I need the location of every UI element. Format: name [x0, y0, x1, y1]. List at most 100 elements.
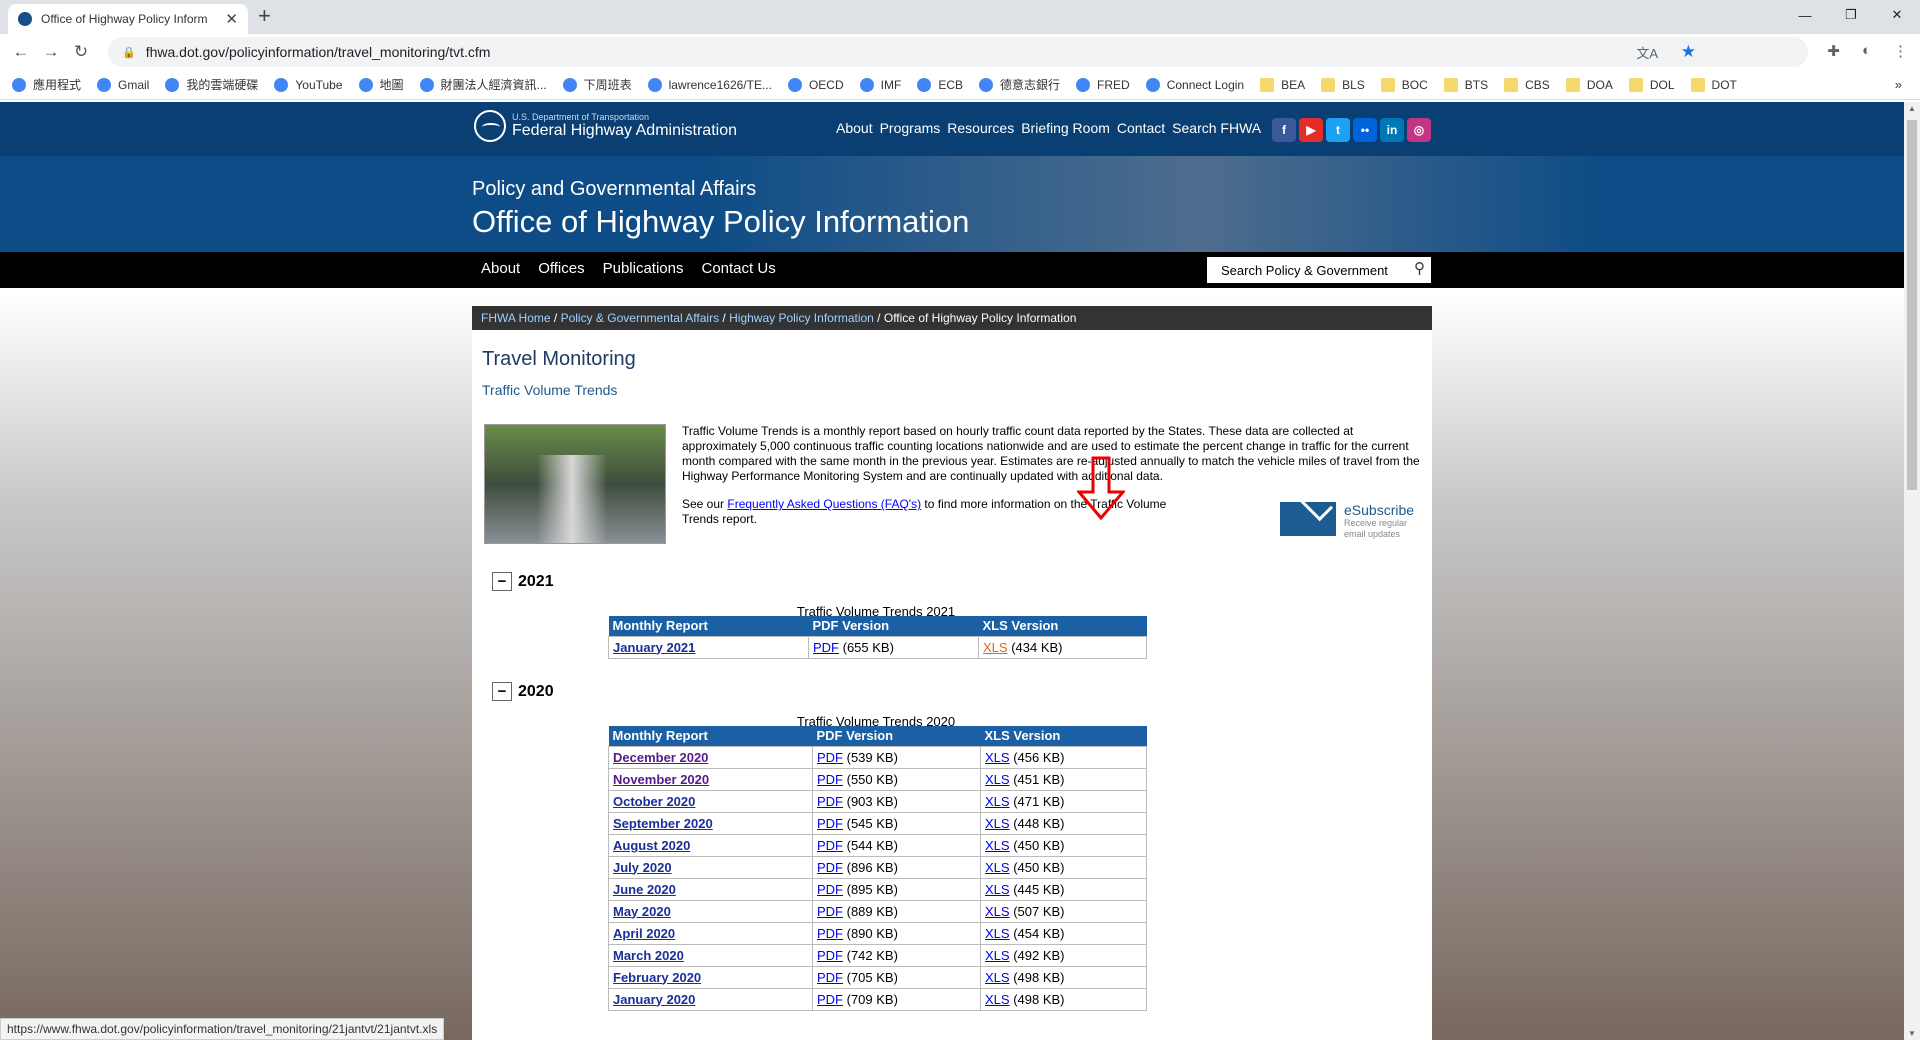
bookmark-item[interactable]: DOA [1565, 77, 1613, 92]
xls-link[interactable]: XLS [985, 860, 1010, 875]
browser-tab[interactable]: Office of Highway Policy Inform ✕ [8, 4, 248, 34]
xls-link[interactable]: XLS [985, 794, 1010, 809]
nav-programs[interactable]: Programs [880, 120, 941, 136]
bookmark-item[interactable]: 財團法人經濟資訊... [419, 76, 547, 93]
monthly-report-link[interactable]: April 2020 [613, 926, 675, 941]
bookmark-item[interactable]: BLS [1321, 77, 1365, 92]
subnav-publications[interactable]: Publications [603, 260, 684, 277]
pdf-link[interactable]: PDF [817, 904, 843, 919]
monthly-report-link[interactable]: August 2020 [613, 838, 690, 853]
pdf-link[interactable]: PDF [817, 882, 843, 897]
nav-briefing-room[interactable]: Briefing Room [1021, 120, 1110, 136]
bookmark-item[interactable]: 下周班表 [562, 76, 632, 93]
pdf-link[interactable]: PDF [817, 926, 843, 941]
breadcrumb-hpi[interactable]: Highway Policy Information [729, 311, 874, 325]
monthly-report-link[interactable]: July 2020 [613, 860, 672, 875]
bookmark-item[interactable]: ECB [917, 77, 963, 92]
monthly-report-link[interactable]: December 2020 [613, 750, 708, 765]
social-icon[interactable]: •• [1353, 118, 1377, 142]
bookmark-item[interactable]: FRED [1076, 77, 1130, 92]
pdf-link[interactable]: PDF [817, 860, 843, 875]
social-icon[interactable]: in [1380, 118, 1404, 142]
forward-icon[interactable]: → [36, 42, 66, 62]
monthly-report-link[interactable]: June 2020 [613, 882, 676, 897]
menu-icon[interactable]: ⋮ [1893, 42, 1908, 60]
xls-link[interactable]: XLS [985, 904, 1010, 919]
social-icon[interactable]: ◎ [1407, 118, 1431, 142]
pdf-link[interactable]: PDF [813, 640, 839, 655]
xls-link[interactable]: XLS [985, 838, 1010, 853]
site-search-input[interactable]: Search Policy & Government ⚲ [1207, 257, 1431, 283]
nav-search-fhwa[interactable]: Search FHWA [1172, 120, 1261, 136]
monthly-report-link[interactable]: January 2021 [613, 640, 695, 655]
bookmark-item[interactable]: DOL [1628, 77, 1675, 92]
subnav-about[interactable]: About [481, 260, 520, 277]
more-bookmarks-icon[interactable]: » [1895, 77, 1902, 92]
back-icon[interactable]: ← [6, 42, 36, 62]
scroll-up-icon[interactable]: ▲ [1908, 104, 1916, 113]
bookmark-item[interactable]: DOT [1690, 77, 1737, 92]
search-icon[interactable]: ⚲ [1414, 259, 1425, 277]
xls-link[interactable]: XLS [985, 970, 1010, 985]
xls-link[interactable]: XLS [985, 992, 1010, 1007]
faq-link[interactable]: Frequently Asked Questions (FAQ's) [727, 497, 921, 511]
monthly-report-link[interactable]: January 2020 [613, 992, 695, 1007]
pdf-link[interactable]: PDF [817, 992, 843, 1007]
bookmark-item[interactable]: IMF [859, 77, 901, 92]
bookmark-item[interactable]: 德意志銀行 [979, 76, 1060, 93]
xls-link[interactable]: XLS [985, 772, 1010, 787]
social-icon[interactable]: ▶ [1299, 118, 1323, 142]
year-toggle-2020[interactable]: −2020 [492, 682, 554, 701]
xls-link[interactable]: XLS [985, 926, 1010, 941]
restore-icon[interactable]: ❐ [1828, 0, 1874, 30]
year-toggle-2021[interactable]: −2021 [492, 572, 554, 591]
bookmark-item[interactable]: BOC [1380, 77, 1428, 92]
pdf-link[interactable]: PDF [817, 772, 843, 787]
breadcrumb-fhwa-home[interactable]: FHWA Home [481, 311, 551, 325]
collapse-icon[interactable]: − [492, 682, 512, 701]
bookmark-item[interactable]: Gmail [97, 77, 149, 92]
monthly-report-link[interactable]: October 2020 [613, 794, 695, 809]
bookmark-star-icon[interactable]: ★ [1681, 42, 1696, 62]
new-tab-icon[interactable]: + [258, 3, 271, 29]
bookmark-item[interactable]: CBS [1504, 77, 1550, 92]
pdf-link[interactable]: PDF [817, 970, 843, 985]
pdf-link[interactable]: PDF [817, 750, 843, 765]
breadcrumb-policy[interactable]: Policy & Governmental Affairs [561, 311, 720, 325]
pdf-link[interactable]: PDF [817, 794, 843, 809]
bookmark-item[interactable]: 應用程式 [12, 76, 81, 93]
monthly-report-link[interactable]: March 2020 [613, 948, 684, 963]
nav-resources[interactable]: Resources [947, 120, 1014, 136]
pdf-link[interactable]: PDF [817, 816, 843, 831]
xls-link[interactable]: XLS [985, 750, 1010, 765]
profile-icon[interactable]: ◐ [1862, 42, 1871, 60]
bookmark-item[interactable]: OECD [787, 77, 844, 92]
extensions-icon[interactable]: ✚ [1827, 42, 1840, 60]
translate-icon[interactable]: 文A [1636, 43, 1658, 62]
esubscribe-link[interactable]: eSubscribe Receive regular email updates [1280, 502, 1424, 540]
nav-contact[interactable]: Contact [1117, 120, 1165, 136]
page-scrollbar[interactable]: ▲ ▼ [1904, 102, 1920, 1040]
social-icon[interactable]: f [1272, 118, 1296, 142]
xls-link[interactable]: XLS [985, 948, 1010, 963]
reload-icon[interactable]: ↻ [66, 42, 96, 62]
address-bar[interactable]: 🔒 fhwa.dot.gov/policyinformation/travel_… [108, 37, 1808, 67]
monthly-report-link[interactable]: September 2020 [613, 816, 713, 831]
close-tab-icon[interactable]: ✕ [225, 10, 238, 28]
bookmark-item[interactable]: lawrence1626/TE... [647, 77, 772, 92]
social-icon[interactable]: t [1326, 118, 1350, 142]
xls-link[interactable]: XLS [985, 882, 1010, 897]
nav-about[interactable]: About [836, 120, 873, 136]
subnav-contact-us[interactable]: Contact Us [702, 260, 776, 277]
bookmark-item[interactable]: YouTube [274, 77, 343, 92]
xls-link[interactable]: XLS [985, 816, 1010, 831]
monthly-report-link[interactable]: May 2020 [613, 904, 671, 919]
fhwa-logo[interactable]: U.S. Department of Transportation Federa… [474, 110, 737, 142]
bookmark-item[interactable]: 地圖 [358, 76, 404, 93]
subnav-offices[interactable]: Offices [538, 260, 584, 277]
monthly-report-link[interactable]: November 2020 [613, 772, 709, 787]
xls-link[interactable]: XLS [983, 640, 1008, 655]
minimize-icon[interactable]: — [1782, 0, 1828, 30]
scrollbar-thumb[interactable] [1907, 120, 1917, 490]
bookmark-item[interactable]: BEA [1260, 77, 1305, 92]
